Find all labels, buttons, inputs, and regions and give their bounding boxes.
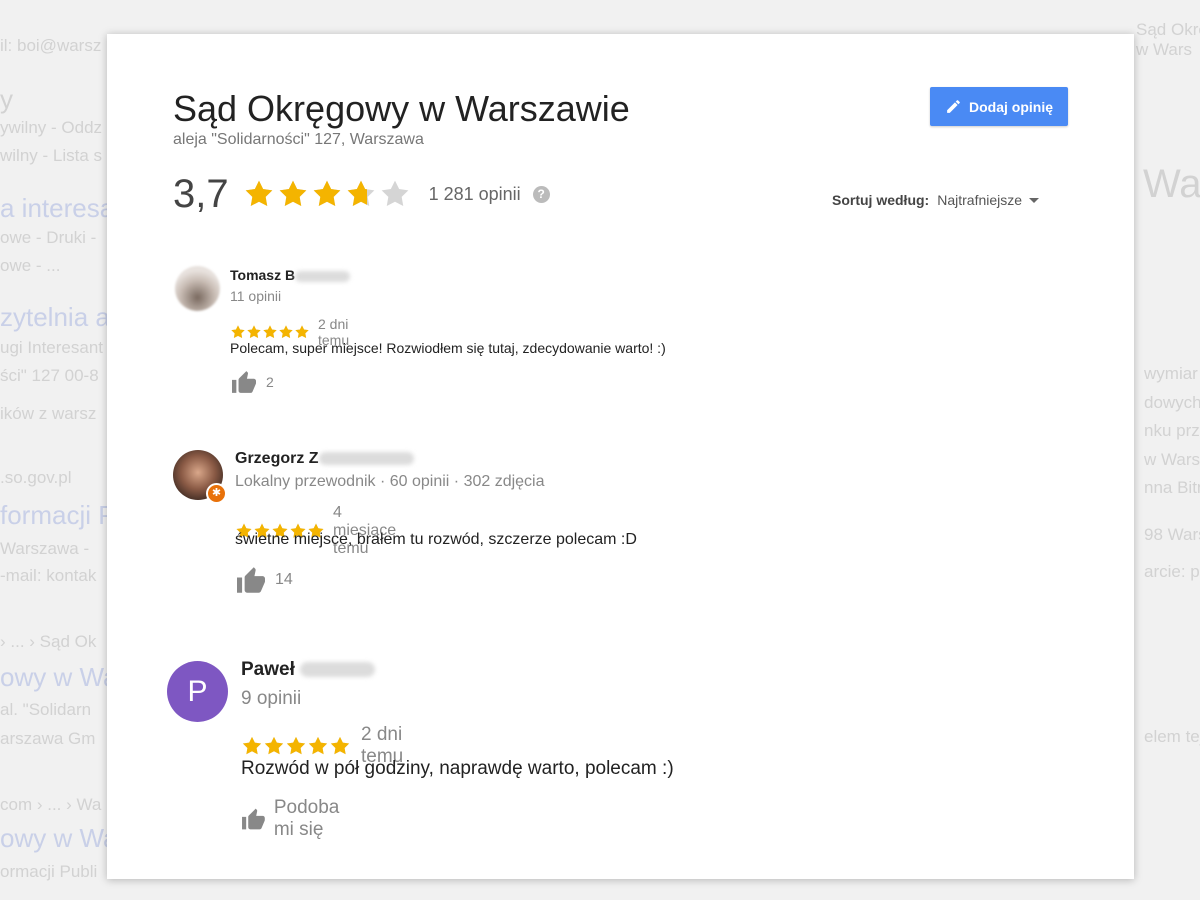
star-full-icon (329, 735, 351, 757)
bg-text: -mail: kontak (0, 566, 97, 585)
sort-value: Najtrafniejsze (937, 192, 1023, 208)
place-address: aleja "Solidarności" 127, Warszawa (173, 131, 424, 148)
like-count: 14 (275, 571, 293, 588)
local-guide-badge: ✱ (206, 483, 227, 504)
bg-text: wymiar (1144, 364, 1198, 383)
avatar[interactable]: P (167, 661, 228, 722)
bg-text: 98 Wars (1144, 525, 1200, 544)
bg-text: Warszawa - (0, 539, 90, 558)
thumbs-up-icon (232, 371, 256, 393)
star-full-icon (263, 735, 285, 757)
reviews-dialog: Sąd Okręgowy w Warszawie aleja "Solidarn… (107, 34, 1134, 879)
review-text: Rozwód w pół godziny, naprawdę warto, po… (241, 758, 674, 779)
bg-text: owe - Druki - (0, 228, 97, 247)
bg-text: Sąd Okręgow (1136, 20, 1200, 39)
bg-text: ugi Interesant (0, 338, 104, 357)
bg-text: formacji P (0, 500, 116, 530)
sort-label: Sortuj według: (832, 192, 930, 208)
reviewer-name[interactable]: Paweł (241, 659, 376, 681)
reviewer-meta: Lokalny przewodnik · 60 opinii · 302 zdj… (235, 473, 545, 490)
help-icon[interactable]: ? (532, 185, 550, 203)
bg-text: w Warsz (1144, 450, 1200, 469)
bg-text: Wa (1143, 162, 1200, 206)
star-full-icon (311, 178, 343, 210)
star-full-icon (285, 735, 307, 757)
bg-text: w Wars (1136, 40, 1193, 59)
page-title: Sąd Okręgowy w Warszawie (173, 88, 630, 129)
star-rating (230, 324, 310, 340)
bg-text: nku przy (1144, 421, 1200, 440)
review-text: świetne miejsce, brałem tu rozwód, szcze… (235, 531, 637, 548)
star-full-icon (277, 178, 309, 210)
star-full-icon (243, 178, 275, 210)
bg-text: › ... › Sąd Ok (0, 632, 97, 651)
blurred-surname (300, 662, 376, 678)
star-full-icon (307, 735, 329, 757)
bg-text: arcie: pt (1144, 562, 1200, 581)
like-label: Podoba mi się (273, 797, 340, 840)
bg-text: wilny - Lista s (0, 146, 103, 165)
bg-text: y (0, 84, 13, 114)
bg-text: il: boi@warsz (0, 36, 102, 55)
star-full-icon (262, 324, 278, 340)
add-review-label: Dodaj opinię (969, 98, 1053, 115)
bg-text: zytelnia a (0, 302, 110, 332)
reviewer-meta: 9 opinii (241, 688, 302, 709)
bg-text: al. "Solidarn (0, 700, 92, 719)
reviewer-meta: 11 opinii (230, 288, 282, 304)
like-button[interactable]: Podoba mi się (241, 797, 353, 841)
pencil-icon (947, 100, 960, 113)
star-full-icon (241, 735, 263, 757)
bg-text: com › ... › Wa (0, 795, 102, 814)
review-text: Polecam, super miejsce! Rozwiodłem się t… (230, 340, 666, 356)
star-empty-icon (379, 178, 411, 210)
bg-text: owy w Wa (0, 823, 118, 853)
star-half-icon (345, 178, 377, 210)
star-full-icon (230, 324, 246, 340)
bg-text: ywilny - Oddz (0, 118, 103, 137)
like-button[interactable]: 14 (235, 566, 293, 594)
star-full-icon (246, 324, 262, 340)
bg-text: elem tej (1144, 727, 1200, 746)
bg-text: dowych (1144, 393, 1200, 412)
bg-text: nna Bitn (1144, 478, 1200, 497)
rating-value: 3,7 (173, 171, 229, 216)
rating-stars (243, 178, 413, 210)
sort-dropdown[interactable]: Sortuj według: Najtrafniejsze (832, 192, 1040, 208)
star-rating (241, 735, 351, 757)
bg-text: owe - ... (0, 256, 61, 275)
add-review-button[interactable]: Dodaj opinię (930, 87, 1068, 126)
thumbs-up-icon (242, 808, 265, 830)
bg-text: owy w Wa (0, 662, 118, 692)
reviewer-name[interactable]: Grzegorz Z (235, 450, 414, 468)
avatar[interactable] (175, 266, 220, 311)
reviewer-name-text: Tomasz B (230, 267, 296, 283)
blurred-surname (295, 270, 351, 282)
blurred-surname (318, 452, 414, 466)
reviewer-name-text: Grzegorz Z (235, 450, 319, 467)
thumbs-up-icon (237, 567, 265, 593)
bg-text: a interesa (0, 193, 115, 223)
star-full-icon (294, 324, 310, 340)
star-full-icon (278, 324, 294, 340)
bg-text: ików z warsz (0, 404, 97, 423)
like-button[interactable]: 2 (230, 370, 274, 394)
bg-text: ści" 127 00-8 (0, 366, 99, 385)
chevron-down-icon (1029, 197, 1040, 203)
bg-text: .so.gov.pl (0, 468, 72, 487)
reviewer-name[interactable]: Tomasz B (230, 267, 351, 283)
reviewer-name-text: Paweł (241, 659, 295, 680)
bg-text: arszawa Gm (0, 729, 96, 748)
review-count: 1 281 opinii (428, 183, 521, 204)
bg-text: ormacji Publi (0, 862, 98, 881)
like-count: 2 (266, 374, 274, 390)
rating-summary: 3,7 1 281 opinii ? (173, 172, 550, 216)
